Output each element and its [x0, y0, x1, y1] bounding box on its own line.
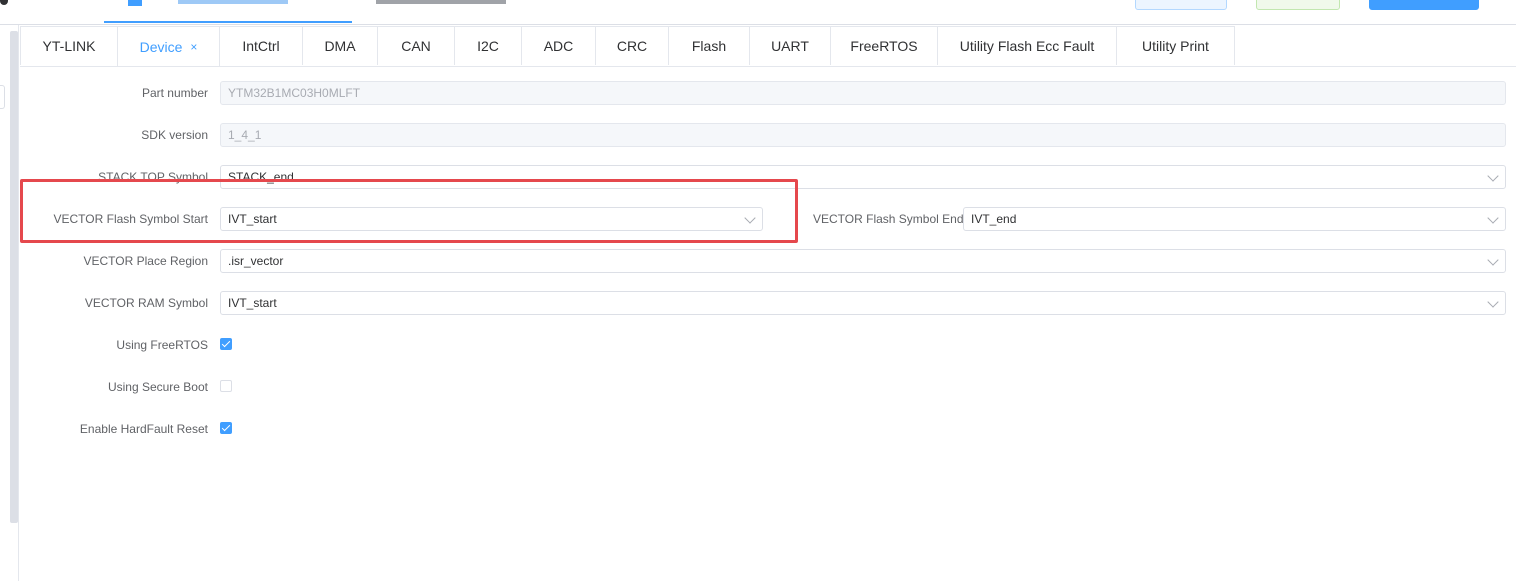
field-label: Enable HardFault Reset [79, 422, 208, 436]
top-tab-active-indicator [104, 21, 352, 23]
tab-label: YT-LINK [42, 38, 96, 54]
top-tab-label-fragment [178, 0, 288, 4]
select-value: .isr_vector [228, 254, 284, 268]
field-label: VECTOR Flash Symbol End [813, 212, 964, 226]
chevron-down-icon [1487, 296, 1499, 308]
form-row-vector-place-region: VECTOR Place Region .isr_vector [20, 249, 1506, 273]
top-toolbar [0, 0, 1516, 25]
field-label: Part number [141, 86, 208, 100]
sdk-version-input: 1_4_1 [220, 123, 1506, 147]
chevron-down-icon [1487, 212, 1499, 224]
tab-utility-flash-ecc-fault[interactable]: Utility Flash Ecc Fault [937, 26, 1117, 65]
tab-can[interactable]: CAN [377, 26, 455, 65]
annotation-highlight-box [20, 179, 798, 243]
chevron-down-icon [1487, 170, 1499, 182]
form-row-using-secure-boot: Using Secure Boot [20, 375, 1506, 399]
form-row-enable-hardfault-reset: Enable HardFault Reset [20, 417, 1506, 441]
tab-dma[interactable]: DMA [302, 26, 378, 65]
tab-label: DMA [324, 38, 356, 54]
toolbar-button[interactable] [1256, 0, 1340, 10]
tab-label: FreeRTOS [850, 38, 918, 54]
tab-label: Utility Flash Ecc Fault [959, 38, 1095, 54]
top-tab-fragment [0, 0, 8, 5]
left-panel-edge [0, 25, 19, 581]
form-row-sdk-version: SDK version 1_4_1 [20, 123, 1506, 147]
tab-intctrl[interactable]: IntCtrl [219, 26, 303, 65]
vector-flash-end-select[interactable]: IVT_end [963, 207, 1506, 231]
top-tab-label-fragment [376, 0, 506, 4]
enable-hardfault-reset-checkbox[interactable] [220, 422, 232, 434]
tab-yt-link[interactable]: YT-LINK [20, 26, 118, 65]
select-value: IVT_end [971, 212, 1017, 226]
tab-i2c[interactable]: I2C [454, 26, 522, 65]
tab-label: UART [771, 38, 809, 54]
form-row-using-freertos: Using FreeRTOS [20, 333, 1506, 357]
form-row-part-number: Part number YTM32B1MC03H0MLFT [20, 81, 1506, 105]
field-label: VECTOR RAM Symbol [84, 296, 208, 310]
module-tabs: YT-LINK Device × IntCtrl DMA CAN I2C ADC … [20, 26, 1516, 67]
tab-utility-print[interactable]: Utility Print [1116, 26, 1235, 65]
using-secure-boot-checkbox[interactable] [220, 380, 232, 392]
tab-label: CRC [616, 38, 648, 54]
tab-device[interactable]: Device × [117, 26, 220, 66]
field-label: SDK version [141, 128, 208, 142]
using-freertos-checkbox[interactable] [220, 338, 232, 350]
form-row-vector-ram-symbol: VECTOR RAM Symbol IVT_start [20, 291, 1506, 315]
tab-label: Device [139, 38, 183, 55]
tab-label: ADC [543, 38, 574, 54]
tab-adc[interactable]: ADC [521, 26, 596, 65]
close-icon[interactable]: × [190, 40, 197, 54]
tab-label: CAN [401, 38, 431, 54]
field-label: VECTOR Place Region [83, 254, 209, 268]
tab-flash[interactable]: Flash [668, 26, 750, 65]
chevron-down-icon [1487, 254, 1499, 266]
vector-place-region-select[interactable]: .isr_vector [220, 249, 1506, 273]
toolbar-primary-button[interactable] [1369, 0, 1479, 10]
select-value: IVT_start [228, 296, 277, 310]
vector-ram-symbol-select[interactable]: IVT_start [220, 291, 1506, 315]
field-label: Using Secure Boot [107, 380, 208, 394]
tab-label: I2C [477, 38, 499, 54]
tab-label: Flash [691, 38, 727, 54]
tab-uart[interactable]: UART [749, 26, 831, 65]
scrollbar[interactable] [10, 31, 18, 523]
tab-label: IntCtrl [242, 38, 280, 54]
toolbar-button[interactable] [1135, 0, 1227, 10]
part-number-input: YTM32B1MC03H0MLFT [220, 81, 1506, 105]
tab-crc[interactable]: CRC [595, 26, 669, 65]
tab-freertos[interactable]: FreeRTOS [830, 26, 938, 65]
project-icon [128, 0, 142, 6]
field-label: Using FreeRTOS [116, 338, 208, 352]
panel-collapse-handle[interactable] [0, 85, 5, 109]
tab-label: Utility Print [1142, 38, 1209, 54]
